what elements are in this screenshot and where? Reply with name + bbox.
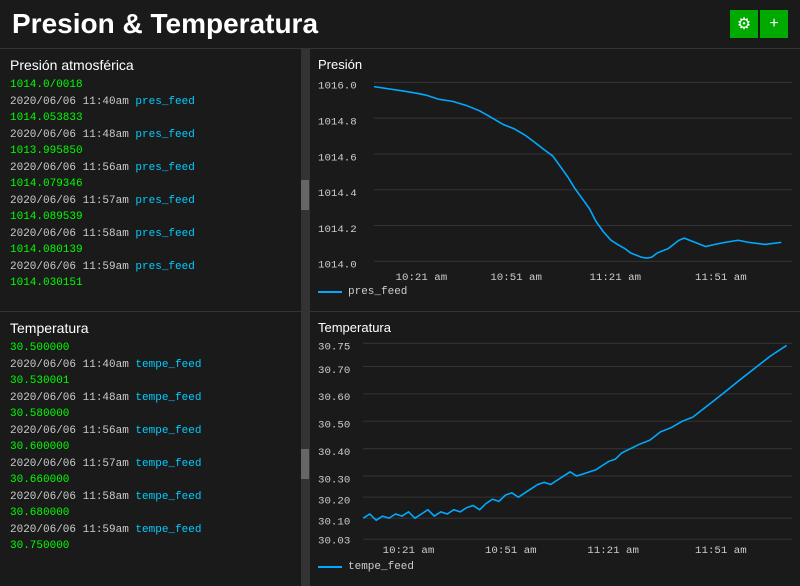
pressure-chart-legend: pres_feed — [318, 286, 792, 298]
pressure-first-value: 1014.0/0018 — [10, 79, 83, 91]
temperature-data-list: 30.500000 2020/06/06 11:40am tempe_feed … — [10, 340, 291, 555]
temperature-first-value: 30.500000 — [10, 342, 69, 354]
list-item: 2020/06/06 11:59am tempe_feed 30.750000 — [10, 522, 291, 555]
legend-line-pressure — [318, 291, 342, 293]
pressure-line — [374, 87, 781, 259]
y-label: 1014.4 — [318, 188, 357, 200]
list-item: 2020/06/06 11:48am pres_feed 1013.995850 — [10, 127, 291, 160]
list-item: 2020/06/06 11:57am tempe_feed 30.660000 — [10, 456, 291, 489]
main-content: Presión atmosférica 1014.0/0018 2020/06/… — [0, 49, 800, 577]
list-item: 2020/06/06 11:40am pres_feed 1014.053833 — [10, 94, 291, 127]
x-label: 10:51 am — [485, 545, 537, 557]
app-container: Presion & Temperatura ⚙ + Presión atmosf… — [0, 0, 800, 577]
temperature-line — [363, 346, 786, 521]
temperature-list-panel: Temperatura 30.500000 2020/06/06 11:40am… — [0, 311, 310, 585]
x-label: 10:21 am — [396, 272, 448, 284]
x-label: 11:51 am — [695, 545, 747, 557]
pressure-chart-panel: Presión 1016.0 1014.8 1014.6 1014.4 1014… — [310, 49, 800, 311]
temperature-list-content: Temperatura 30.500000 2020/06/06 11:40am… — [0, 312, 301, 585]
y-label: 1014.8 — [318, 117, 357, 129]
add-button[interactable]: + — [760, 10, 788, 38]
x-label: 10:21 am — [383, 545, 435, 557]
temperature-scrollbar[interactable] — [301, 312, 309, 585]
x-label: 11:21 am — [587, 545, 639, 557]
page-title: Presion & Temperatura — [12, 8, 318, 40]
pressure-chart-svg: 1016.0 1014.8 1014.6 1014.4 1014.2 1014.… — [318, 74, 792, 284]
temperature-chart-svg: 30.75 30.70 30.60 30.50 30.40 30.30 30.2… — [318, 337, 792, 558]
y-label: 30.70 — [318, 365, 350, 377]
y-label: 1014.6 — [318, 152, 357, 164]
pressure-data-list: 1014.0/0018 2020/06/06 11:40am pres_feed… — [10, 77, 291, 292]
y-label: 30.20 — [318, 496, 350, 508]
y-label: 1014.0 — [318, 260, 357, 272]
header: Presion & Temperatura ⚙ + — [0, 0, 800, 49]
y-label: 30.03 — [318, 536, 350, 548]
temperature-list-title: Temperatura — [10, 320, 291, 336]
x-label: 10:51 am — [490, 272, 542, 284]
header-buttons: ⚙ + — [730, 10, 788, 38]
y-label: 30.40 — [318, 448, 350, 460]
pressure-scrollbar[interactable] — [301, 49, 309, 311]
pressure-chart-container: 1016.0 1014.8 1014.6 1014.4 1014.2 1014.… — [318, 74, 792, 284]
gear-button[interactable]: ⚙ — [730, 10, 758, 38]
pressure-list-title: Presión atmosférica — [10, 57, 291, 73]
list-item: 2020/06/06 11:58am pres_feed 1014.080139 — [10, 226, 291, 259]
temperature-legend-label: tempe_feed — [348, 561, 414, 573]
pressure-legend-label: pres_feed — [348, 286, 407, 298]
list-item: 2020/06/06 11:40am tempe_feed 30.530001 — [10, 357, 291, 390]
temperature-chart-legend: tempe_feed — [318, 561, 792, 573]
y-label: 30.50 — [318, 420, 350, 432]
y-label: 30.60 — [318, 393, 350, 405]
y-label: 30.10 — [318, 517, 350, 529]
temperature-chart-title: Temperatura — [318, 320, 792, 335]
pressure-list-panel: Presión atmosférica 1014.0/0018 2020/06/… — [0, 49, 310, 311]
list-item: 2020/06/06 11:56am tempe_feed 30.600000 — [10, 423, 291, 456]
pressure-list-content: Presión atmosférica 1014.0/0018 2020/06/… — [0, 49, 301, 311]
temperature-chart-container: 30.75 30.70 30.60 30.50 30.40 30.30 30.2… — [318, 337, 792, 558]
temperature-chart-panel: Temperatura 30.75 30.70 30.60 30.50 30.4… — [310, 311, 800, 585]
list-item: 2020/06/06 11:48am tempe_feed 30.580000 — [10, 390, 291, 423]
y-label: 1016.0 — [318, 81, 357, 93]
list-item: 2020/06/06 11:59am pres_feed 1014.030151 — [10, 259, 291, 292]
x-label: 11:21 am — [589, 272, 641, 284]
list-item: 2020/06/06 11:57am pres_feed 1014.089539 — [10, 193, 291, 226]
x-label: 11:51 am — [695, 272, 747, 284]
pressure-scrollbar-thumb[interactable] — [301, 180, 309, 210]
list-item: 2020/06/06 11:58am tempe_feed 30.680000 — [10, 489, 291, 522]
list-item: 2020/06/06 11:56am pres_feed 1014.079346 — [10, 160, 291, 193]
pressure-chart-title: Presión — [318, 57, 792, 72]
y-label: 30.30 — [318, 475, 350, 487]
temperature-scrollbar-thumb[interactable] — [301, 449, 309, 479]
legend-line-temperature — [318, 566, 342, 568]
y-label: 30.75 — [318, 342, 350, 354]
y-label: 1014.2 — [318, 224, 357, 236]
